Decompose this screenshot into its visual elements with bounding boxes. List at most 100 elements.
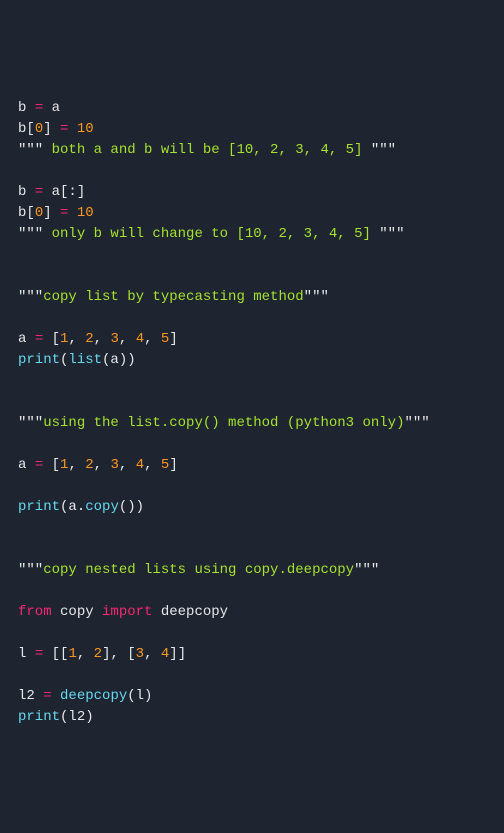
code-token: ]]	[169, 646, 186, 662]
code-token: =	[35, 457, 52, 473]
code-token: (a))	[102, 352, 136, 368]
code-line: l = [[1, 2], [3, 4]]	[18, 644, 486, 665]
code-token: """	[371, 142, 396, 158]
code-token: """	[404, 415, 429, 431]
code-token: using the list.copy() method (python3 on…	[43, 415, 404, 431]
code-line: b = a	[18, 98, 486, 119]
code-token: """	[379, 226, 404, 242]
code-token: (a.	[60, 499, 85, 515]
code-token: ,	[94, 331, 111, 347]
code-token: ]	[43, 205, 60, 221]
code-token: """	[354, 562, 379, 578]
code-token: a	[18, 457, 35, 473]
code-token: [	[26, 121, 34, 137]
code-token: copy list by typecasting method	[43, 289, 303, 305]
code-token: =	[43, 688, 60, 704]
code-line	[18, 245, 486, 266]
code-token: =	[35, 646, 52, 662]
code-token: 10	[77, 121, 94, 137]
code-token: list	[68, 352, 102, 368]
code-token: """	[18, 226, 43, 242]
code-token: copy	[85, 499, 119, 515]
code-token: 2	[94, 646, 102, 662]
code-token: only b will change to [10, 2, 3, 4, 5]	[43, 226, 379, 242]
code-line: """copy nested lists using copy.deepcopy…	[18, 560, 486, 581]
code-token: ,	[77, 646, 94, 662]
code-token: 3	[136, 646, 144, 662]
code-token: l	[18, 646, 35, 662]
code-token: b	[18, 184, 35, 200]
code-token: 4	[136, 331, 144, 347]
code-block: b = ab[0] = 10""" both a and b will be […	[18, 98, 486, 728]
code-token: ,	[144, 646, 161, 662]
code-line	[18, 581, 486, 602]
code-token: print	[18, 352, 60, 368]
code-line	[18, 539, 486, 560]
code-token: =	[60, 121, 77, 137]
code-line: print(l2)	[18, 707, 486, 728]
code-token: [:]	[60, 184, 85, 200]
code-line	[18, 623, 486, 644]
code-token: ], [	[102, 646, 136, 662]
code-token: ,	[119, 331, 136, 347]
code-token: 1	[68, 646, 76, 662]
code-token: """	[304, 289, 329, 305]
code-line: l2 = deepcopy(l)	[18, 686, 486, 707]
code-token: copy nested lists using copy.deepcopy	[43, 562, 354, 578]
code-token: 4	[136, 457, 144, 473]
code-token: """	[18, 415, 43, 431]
code-token: ]	[169, 331, 177, 347]
code-token: a	[52, 184, 60, 200]
code-token: b	[18, 100, 35, 116]
code-line: print(a.copy())	[18, 497, 486, 518]
code-token: 4	[161, 646, 169, 662]
code-token: [	[26, 205, 34, 221]
code-token: deepcopy	[60, 688, 127, 704]
code-line: """ both a and b will be [10, 2, 3, 4, 5…	[18, 140, 486, 161]
code-token: print	[18, 499, 60, 515]
code-line: print(list(a))	[18, 350, 486, 371]
code-token: =	[35, 100, 52, 116]
code-token: 0	[35, 205, 43, 221]
code-token: ,	[144, 457, 161, 473]
code-token: =	[35, 184, 52, 200]
code-token: ,	[68, 331, 85, 347]
code-token: ,	[68, 457, 85, 473]
code-token: 2	[85, 457, 93, 473]
code-token: """	[18, 562, 43, 578]
code-token: 0	[35, 121, 43, 137]
code-line	[18, 161, 486, 182]
code-line	[18, 434, 486, 455]
code-token: 3	[110, 457, 118, 473]
code-token: [[	[52, 646, 69, 662]
code-line: a = [1, 2, 3, 4, 5]	[18, 329, 486, 350]
code-token: both a and b will be [10, 2, 3, 4, 5]	[43, 142, 371, 158]
code-token: ())	[119, 499, 144, 515]
code-token: ,	[94, 457, 111, 473]
code-token: 2	[85, 331, 93, 347]
code-line	[18, 392, 486, 413]
code-line: b[0] = 10	[18, 119, 486, 140]
code-token: import	[102, 604, 161, 620]
code-token: =	[60, 205, 77, 221]
code-line	[18, 476, 486, 497]
code-token: (l)	[127, 688, 152, 704]
code-line	[18, 371, 486, 392]
code-line: b = a[:]	[18, 182, 486, 203]
code-token: l2	[18, 688, 43, 704]
code-token: ,	[119, 457, 136, 473]
code-line: a = [1, 2, 3, 4, 5]	[18, 455, 486, 476]
code-token: from	[18, 604, 60, 620]
code-token: a	[18, 331, 35, 347]
code-token: deepcopy	[161, 604, 228, 620]
code-line: """using the list.copy() method (python3…	[18, 413, 486, 434]
code-line: """ only b will change to [10, 2, 3, 4, …	[18, 224, 486, 245]
code-token: 10	[77, 205, 94, 221]
code-token: [	[52, 457, 60, 473]
code-line	[18, 665, 486, 686]
code-token: copy	[60, 604, 102, 620]
code-line	[18, 266, 486, 287]
code-token: =	[35, 331, 52, 347]
code-token: ,	[144, 331, 161, 347]
code-token: 3	[110, 331, 118, 347]
